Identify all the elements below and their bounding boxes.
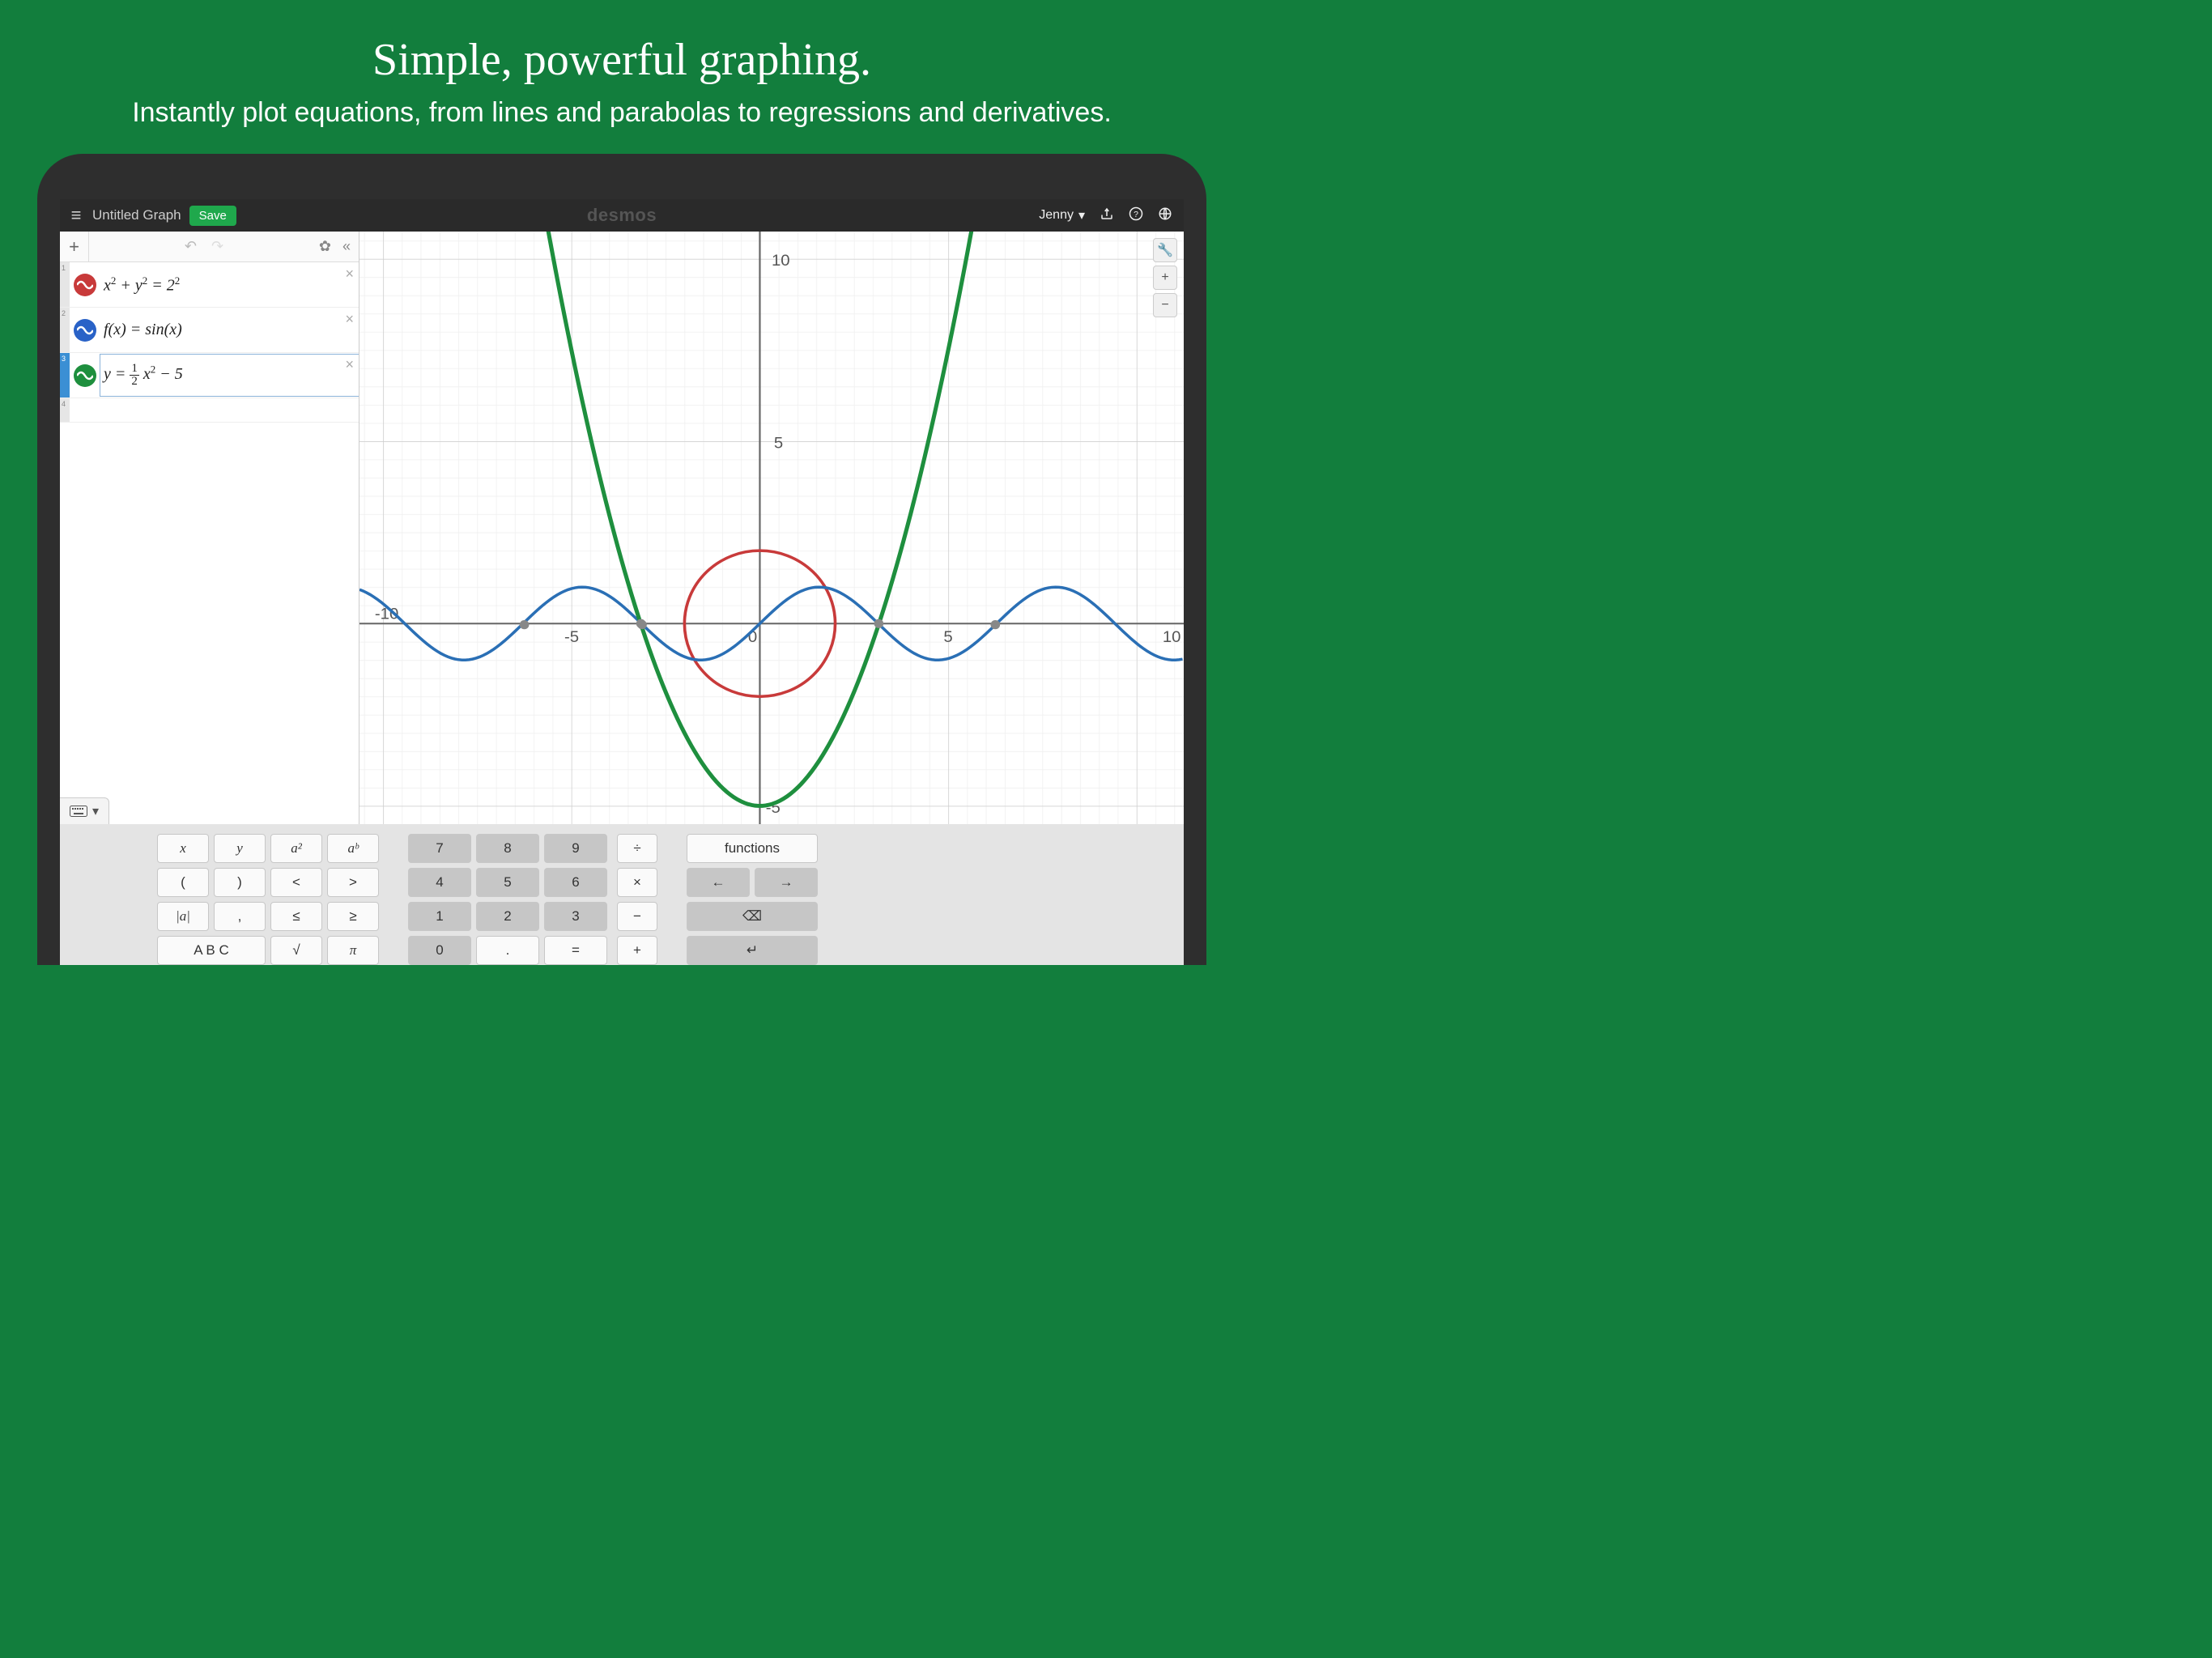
key-div[interactable]: ÷ xyxy=(617,834,657,863)
key-3[interactable]: 3 xyxy=(544,902,607,931)
graph-title[interactable]: Untitled Graph xyxy=(92,207,181,223)
gear-icon[interactable]: ✿ xyxy=(319,238,331,255)
hero-section: Simple, powerful graphing. Instantly plo… xyxy=(0,0,1244,129)
key-6[interactable]: 6 xyxy=(544,868,607,897)
key-sub[interactable]: − xyxy=(617,902,657,931)
key-comma[interactable]: , xyxy=(214,902,266,931)
expression-row[interactable]: 3 y = 12 x2 − 5 × xyxy=(60,353,359,398)
close-icon[interactable]: × xyxy=(345,356,354,373)
key-2[interactable]: 2 xyxy=(476,902,539,931)
keyboard-toggle[interactable]: ▾ xyxy=(60,797,109,824)
key-lparen[interactable]: ( xyxy=(157,868,209,897)
key-group-functions: functions ← → ⌫ ↵ xyxy=(687,834,818,965)
key-abs[interactable]: |a| xyxy=(157,902,209,931)
redo-icon[interactable]: ↷ xyxy=(211,238,223,255)
expression-color-badge[interactable] xyxy=(70,319,100,342)
expression-list: 1 x2 + y2 = 22 × 2 xyxy=(60,262,359,824)
hero-title: Simple, powerful graphing. xyxy=(0,34,1244,86)
key-power[interactable]: aᵇ xyxy=(327,834,379,863)
user-label: Jenny xyxy=(1039,208,1074,223)
key-dot[interactable]: . xyxy=(476,936,539,965)
brand-logo: desmos xyxy=(587,205,657,226)
key-sqrt[interactable]: √ xyxy=(270,936,322,965)
key-group-ops: ÷ × − + xyxy=(617,834,657,965)
svg-text:5: 5 xyxy=(774,435,783,453)
help-icon[interactable]: ? xyxy=(1129,206,1143,225)
key-7[interactable]: 7 xyxy=(408,834,471,863)
collapse-icon[interactable]: « xyxy=(342,238,351,255)
key-lt[interactable]: < xyxy=(270,868,322,897)
expression-color-badge[interactable] xyxy=(70,364,100,387)
chevron-down-icon: ▾ xyxy=(92,803,99,819)
share-icon[interactable] xyxy=(1100,206,1114,225)
key-group-numbers: 7 8 9 4 5 6 1 2 3 0 . = xyxy=(408,834,607,965)
globe-icon[interactable] xyxy=(1158,206,1172,225)
topbar: ≡ Untitled Graph Save desmos Jenny ▾ ? xyxy=(60,199,1184,232)
math-keyboard: x y a² aᵇ ( ) < > |a| , ≤ ≥ A B C √ π 7 … xyxy=(60,824,1184,965)
row-number: 1 xyxy=(60,262,70,307)
expression-input[interactable]: f(x) = sin(x) xyxy=(100,312,359,347)
close-icon[interactable]: × xyxy=(345,266,354,283)
key-backspace[interactable]: ⌫ xyxy=(687,902,818,931)
graph-canvas[interactable]: 10 5 -5 -10 -5 0 5 10 xyxy=(359,232,1184,824)
expression-input[interactable]: x2 + y2 = 22 xyxy=(100,266,359,304)
hero-subtitle: Instantly plot equations, from lines and… xyxy=(0,97,1244,129)
key-gt[interactable]: > xyxy=(327,868,379,897)
keyboard-icon xyxy=(70,806,87,817)
key-9[interactable]: 9 xyxy=(544,834,607,863)
key-enter[interactable]: ↵ xyxy=(687,936,818,965)
expression-input[interactable]: y = 12 x2 − 5 xyxy=(100,355,359,396)
key-5[interactable]: 5 xyxy=(476,868,539,897)
key-mul[interactable]: × xyxy=(617,868,657,897)
zoom-in-button[interactable]: + xyxy=(1153,266,1177,290)
key-functions[interactable]: functions xyxy=(687,834,818,863)
key-abc[interactable]: A B C xyxy=(157,936,266,965)
key-rparen[interactable]: ) xyxy=(214,868,266,897)
expression-toolbar: + ↶ ↷ ✿ « xyxy=(60,232,359,262)
svg-text:10: 10 xyxy=(772,253,790,270)
key-ge[interactable]: ≥ xyxy=(327,902,379,931)
undo-icon[interactable]: ↶ xyxy=(185,238,197,255)
key-left[interactable]: ← xyxy=(687,868,750,897)
main-area: + ↶ ↷ ✿ « 1 xyxy=(60,232,1184,824)
key-4[interactable]: 4 xyxy=(408,868,471,897)
svg-text:10: 10 xyxy=(1163,628,1181,646)
save-button[interactable]: Save xyxy=(189,206,236,226)
tablet-frame: ≡ Untitled Graph Save desmos Jenny ▾ ? xyxy=(37,154,1206,965)
key-8[interactable]: 8 xyxy=(476,834,539,863)
row-number: 3 xyxy=(60,353,70,397)
wrench-icon[interactable]: 🔧 xyxy=(1153,238,1177,262)
key-y[interactable]: y xyxy=(214,834,266,863)
expression-color-badge[interactable] xyxy=(70,274,100,296)
expression-row[interactable]: 2 f(x) = sin(x) × xyxy=(60,308,359,353)
key-group-symbols: x y a² aᵇ ( ) < > |a| , ≤ ≥ A B C √ π xyxy=(157,834,379,965)
svg-text:?: ? xyxy=(1134,209,1138,219)
app-window: ≡ Untitled Graph Save desmos Jenny ▾ ? xyxy=(60,199,1184,965)
zoom-out-button[interactable]: − xyxy=(1153,293,1177,317)
user-menu[interactable]: Jenny ▾ xyxy=(1039,207,1085,223)
svg-text:-5: -5 xyxy=(564,628,579,646)
key-right[interactable]: → xyxy=(755,868,818,897)
expression-row[interactable]: 1 x2 + y2 = 22 × xyxy=(60,262,359,308)
chevron-down-icon: ▾ xyxy=(1078,207,1085,223)
svg-text:5: 5 xyxy=(943,628,952,646)
expression-row-empty[interactable]: 4 xyxy=(60,398,359,423)
key-eq[interactable]: = xyxy=(544,936,607,965)
row-number: 2 xyxy=(60,308,70,352)
close-icon[interactable]: × xyxy=(345,311,354,328)
expression-panel: + ↶ ↷ ✿ « 1 xyxy=(60,232,359,824)
key-square[interactable]: a² xyxy=(270,834,322,863)
graph-svg: 10 5 -5 -10 -5 0 5 10 xyxy=(359,232,1184,824)
add-expression-button[interactable]: + xyxy=(60,232,89,261)
key-le[interactable]: ≤ xyxy=(270,902,322,931)
key-pi[interactable]: π xyxy=(327,936,379,965)
key-1[interactable]: 1 xyxy=(408,902,471,931)
key-add[interactable]: + xyxy=(617,936,657,965)
key-0[interactable]: 0 xyxy=(408,936,471,965)
key-x[interactable]: x xyxy=(157,834,209,863)
menu-icon[interactable]: ≡ xyxy=(60,205,92,226)
row-number: 4 xyxy=(60,398,70,422)
